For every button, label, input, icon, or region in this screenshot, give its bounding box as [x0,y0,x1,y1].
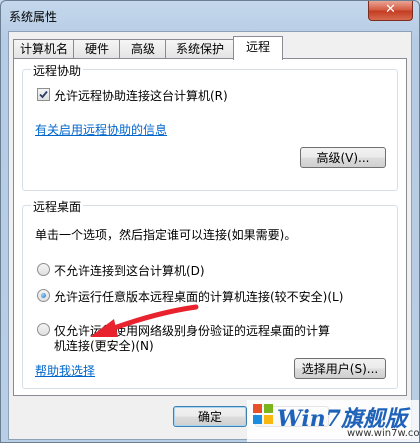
radio-allow-any-version[interactable] [37,289,50,302]
radio-selected-dot [41,293,46,298]
tab-advanced[interactable]: 高级 [119,39,167,59]
site-watermark: Win7旗舰版 www.win7w.com [247,400,419,442]
close-button[interactable]: ✕ [368,1,413,21]
remote-tab-panel: 远程协助 允许远程协助连接这台计算机(R) 有关启用远程协助的信息 高级(V).… [13,58,407,396]
select-users-button[interactable]: 选择用户(S)... [294,358,386,379]
advanced-button[interactable]: 高级(V)... [300,147,386,168]
system-properties-window: 系统属性 ✕ 计算机名 硬件 高级 系统保护 远程 远程协助 允许远程协助连接这… [0,0,420,443]
remote-desktop-group: 远程桌面 单击一个选项，然后指定谁可以连接(如果需要)。 不允许连接到这台计算机… [22,198,398,389]
tab-system-protection[interactable]: 系统保护 [165,39,235,59]
tab-hardware[interactable]: 硬件 [73,39,121,59]
radio-dont-allow-label[interactable]: 不允许连接到这台计算机(D) [54,262,205,279]
allow-remote-assistance-label[interactable]: 允许远程协助连接这台计算机(R) [54,87,228,104]
remote-assistance-group-label: 远程协助 [31,62,84,79]
remote-assistance-info-link[interactable]: 有关启用远程协助的信息 [35,121,167,138]
checkmark-icon [39,90,48,99]
remote-desktop-group-label: 远程桌面 [31,198,84,215]
tab-computer-name[interactable]: 计算机名 [13,39,75,59]
title-bar[interactable]: 系统属性 ✕ [1,1,419,31]
radio-allow-nla-only[interactable] [37,323,50,336]
tab-strip: 计算机名 硬件 高级 系统保护 远程 [13,36,403,60]
windows-logo-icon [253,404,273,424]
window-title: 系统属性 [9,10,58,24]
radio-dont-allow[interactable] [37,263,50,276]
remote-assistance-group: 远程协助 允许远程协助连接这台计算机(R) 有关启用远程协助的信息 高级(V).… [22,62,398,191]
annotation-arrow-icon [90,304,199,337]
tab-remote[interactable]: 远程 [233,36,283,60]
dialog-client-area: 计算机名 硬件 高级 系统保护 远程 远程协助 允许远程协助连接这台计算机(R)… [8,31,412,440]
watermark-site: www.win7w.com [347,428,420,439]
ok-button[interactable]: 确定 [173,406,247,427]
help-me-choose-link[interactable]: 帮助我选择 [35,362,95,379]
allow-remote-assistance-checkbox[interactable] [37,88,50,101]
remote-desktop-instruction: 单击一个选项，然后指定谁可以连接(如果需要)。 [35,228,297,242]
